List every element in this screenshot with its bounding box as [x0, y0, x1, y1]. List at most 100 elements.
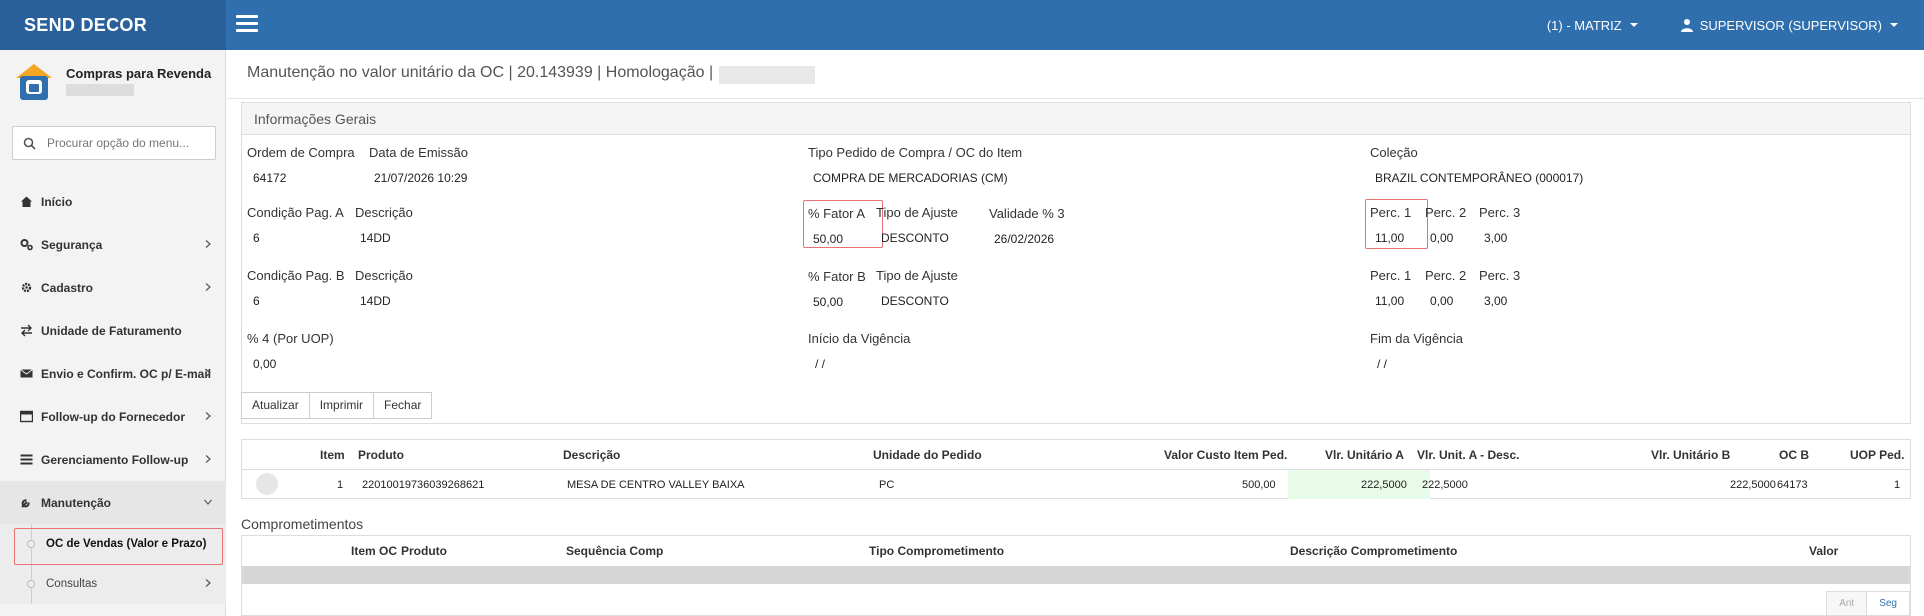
bullet-icon — [27, 580, 35, 588]
sidebar-item-envio-email[interactable]: Envio e Confirm. OC p/ E-mail — [0, 352, 226, 395]
user-menu[interactable]: SUPERVISOR (SUPERVISOR) — [1680, 18, 1898, 33]
column-header[interactable]: UOP Ped. — [1850, 448, 1904, 462]
window-icon — [20, 410, 33, 423]
branch-selector[interactable]: (1) - MATRIZ — [1547, 18, 1638, 33]
column-header[interactable]: Produto — [358, 448, 404, 462]
sidebar-item-cadastro[interactable]: Cadastro — [0, 266, 226, 309]
column-header[interactable]: Valor Custo Item Ped. — [1164, 448, 1287, 462]
submenu-item-consultas[interactable]: Consultas — [0, 564, 226, 604]
label-perc1-b: Perc. 1 — [1370, 268, 1412, 283]
column-header[interactable]: Vlr. Unitário B — [1651, 448, 1730, 462]
value-fim-vigencia: / / — [1377, 357, 1388, 371]
shop-logo-icon — [16, 64, 52, 100]
sidebar-item-label: Follow-up do Fornecedor — [41, 409, 185, 424]
label-ordem-compra: Ordem de Compra — [247, 145, 355, 160]
edit-icon[interactable] — [256, 473, 278, 495]
value-descricao-b: 14DD — [360, 294, 391, 308]
manutencao-submenu: OC de Vendas (Valor e Prazo) Consultas — [0, 524, 226, 604]
items-grid-header: Item Produto Descrição Unidade do Pedido… — [242, 440, 1910, 470]
atualizar-button[interactable]: Atualizar — [241, 392, 310, 419]
column-header[interactable]: Descrição Comprometimento — [1290, 544, 1457, 558]
chevron-down-icon — [204, 499, 212, 505]
label-fator-b: % Fator B — [808, 269, 866, 284]
value-inicio-vigencia: / / — [815, 357, 826, 371]
label-data-emissao: Data de Emissão — [369, 145, 468, 160]
caret-down-icon — [1629, 23, 1638, 27]
cell-produto: 220100197360392686​21 — [362, 479, 485, 491]
column-header[interactable]: Unidade do Pedido — [873, 448, 982, 462]
module-title: Compras para Revenda — [66, 66, 212, 81]
column-header[interactable]: Item OC — [351, 544, 397, 558]
imprimir-button[interactable]: Imprimir — [309, 392, 375, 419]
sidebar-item-label: Gerenciamento Follow-up — [41, 452, 189, 467]
value-perc2-b: 0,00 — [1430, 294, 1454, 308]
top-bar: SEND DECOR (1) - MATRIZ SUPERVISOR (SUPE… — [0, 0, 1924, 50]
chevron-right-icon — [205, 283, 211, 291]
sidebar: Compras para Revenda Início Segurança Ca… — [0, 50, 226, 616]
column-header[interactable]: Sequência Comp — [566, 544, 663, 558]
column-header[interactable]: Tipo Comprometimento — [869, 544, 1004, 558]
sidebar-item-unidade-faturamento[interactable]: Unidade de Faturamento — [0, 309, 226, 352]
column-header[interactable]: Produto — [401, 544, 447, 558]
menu-toggle-icon[interactable] — [236, 15, 258, 33]
label-fim-vigencia: Fim da Vigência — [1370, 331, 1463, 346]
general-info-panel: Informações Gerais Ordem de Compra Data … — [241, 102, 1911, 424]
label-validade-3: Validade % 3 — [989, 206, 1065, 221]
fechar-button[interactable]: Fechar — [374, 392, 433, 419]
sidebar-item-label: Cadastro — [41, 280, 94, 295]
next-page-button[interactable]: Seg — [1867, 591, 1910, 616]
items-grid: Item Produto Descrição Unidade do Pedido… — [241, 439, 1911, 499]
wrench-icon — [21, 499, 30, 508]
cell-unidade: PC — [879, 479, 895, 491]
sidebar-menu: Início Segurança Cadastro Unidade de Fat… — [0, 180, 226, 604]
cell-oc-b: 64173 — [1777, 479, 1808, 491]
cell-vlr-b: 222,5000 — [1730, 479, 1776, 491]
prev-page-button[interactable]: Ant — [1826, 591, 1868, 616]
submenu-item-oc-vendas[interactable]: OC de Vendas (Valor e Prazo) — [0, 524, 226, 565]
module-profile: Compras para Revenda — [0, 50, 226, 115]
menu-search-input[interactable] — [47, 133, 207, 153]
menu-search[interactable] — [12, 126, 216, 160]
sidebar-item-followup-fornecedor[interactable]: Follow-up do Fornecedor — [0, 395, 226, 438]
cell-uop: 1 — [1894, 479, 1901, 491]
comprometimentos-grid: Item OC Produto Sequência Comp Tipo Comp… — [241, 535, 1911, 616]
brand-logo[interactable]: SEND DECOR — [0, 0, 226, 50]
sidebar-item-manutencao[interactable]: Manutenção — [0, 481, 226, 524]
table-row[interactable]: 1 220100197360392686​21 MESA DE CENTRO V… — [242, 470, 1910, 500]
label-descricao-b: Descrição — [355, 268, 413, 283]
sidebar-item-seguranca[interactable]: Segurança — [0, 223, 226, 266]
label-perc2-b: Perc. 2 — [1425, 268, 1467, 283]
value-perc3-b: 3,00 — [1484, 294, 1508, 308]
module-subtitle-redacted — [66, 84, 134, 96]
top-right-menu: (1) - MATRIZ SUPERVISOR (SUPERVISOR) — [1505, 0, 1898, 50]
label-tipo-ajuste-b: Tipo de Ajuste — [876, 268, 958, 283]
exchange-icon — [21, 324, 32, 337]
label-fator-a: % Fator A — [808, 206, 866, 221]
empty-row — [242, 566, 1910, 584]
user-label: SUPERVISOR (SUPERVISOR) — [1699, 17, 1882, 33]
comprometimentos-grid-header: Item OC Produto Sequência Comp Tipo Comp… — [242, 536, 1910, 566]
label-tipo-pedido: Tipo Pedido de Compra / OC do Item — [808, 145, 1023, 160]
label-colecao: Coleção — [1370, 145, 1418, 160]
sidebar-item-gerenciamento-followup[interactable]: Gerenciamento Follow-up — [0, 438, 226, 481]
column-header[interactable]: Vlr. Unitário A — [1325, 448, 1404, 462]
column-header[interactable]: Descrição — [563, 448, 620, 462]
envelope-icon — [20, 369, 33, 378]
sidebar-item-label: Unidade de Faturamento — [41, 323, 182, 338]
redacted-text — [719, 66, 815, 84]
value-perc1-a: 11,00 — [1375, 231, 1405, 245]
value-fator-b: 50,00 — [813, 295, 844, 309]
label-perc2-a: Perc. 2 — [1425, 205, 1467, 220]
sidebar-item-inicio[interactable]: Início — [0, 180, 226, 223]
label-perc3-b: Perc. 3 — [1479, 268, 1521, 283]
user-icon — [1680, 19, 1693, 32]
column-header[interactable]: OC B — [1779, 448, 1809, 462]
value-fator-a: 50,00 — [813, 232, 844, 246]
chevron-right-icon — [205, 579, 211, 587]
main-content: Manutenção no valor unitário da OC | 20.… — [227, 50, 1924, 616]
pager: Ant Seg — [1826, 591, 1910, 616]
column-header[interactable]: Valor — [1809, 544, 1838, 558]
cell-vlr-a: 222,5000 — [1361, 479, 1407, 491]
column-header[interactable]: Item — [320, 448, 345, 462]
column-header[interactable]: Vlr. Unit. A - Desc. — [1417, 448, 1519, 462]
